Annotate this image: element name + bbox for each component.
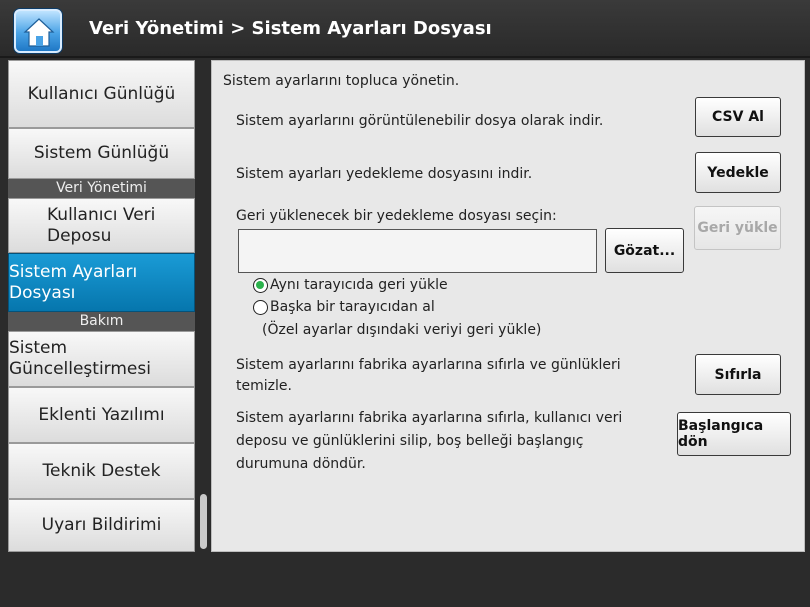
- reset-description-line2: temizle.: [236, 378, 292, 394]
- backup-button[interactable]: Yedekle: [695, 152, 781, 193]
- main-panel: Sistem ayarlarını topluca yönetin. Siste…: [211, 60, 805, 552]
- reset-button[interactable]: Sıfırla: [695, 354, 781, 395]
- reset-description-line1: Sistem ayarlarını fabrika ayarlarına sıf…: [236, 357, 621, 373]
- sidebar-item-plugin-software[interactable]: Eklenti Yazılımı: [8, 387, 195, 443]
- sidebar-item-system-settings-file[interactable]: Sistem Ayarları Dosyası: [8, 253, 195, 312]
- section-header-maintenance: Bakım: [8, 312, 195, 331]
- restore-label: Geri yüklenecek bir yedekleme dosyası se…: [236, 208, 557, 224]
- section-header-data-management: Veri Yönetimi: [8, 179, 195, 198]
- sidebar-item-label: Uyarı Bildirimi: [41, 515, 162, 535]
- init-description-line2: deposu ve günlüklerini silip, boş belleğ…: [236, 433, 584, 449]
- radio-other-browser[interactable]: [253, 300, 268, 315]
- section-heading: Sistem ayarlarını topluca yönetin.: [223, 73, 460, 89]
- page-title: Veri Yönetimi > Sistem Ayarları Dosyası: [89, 18, 492, 39]
- sidebar-scrollbar[interactable]: [197, 60, 211, 552]
- init-description-line3: durumuna döndür.: [236, 456, 366, 472]
- sidebar-item-label: Sistem Güncelleştirmesi: [9, 338, 151, 379]
- sidebar-item-label: Kullanıcı Günlüğü: [27, 83, 176, 104]
- restore-button[interactable]: Geri yükle: [694, 206, 781, 250]
- radio-same-browser[interactable]: [253, 278, 268, 293]
- backup-file-field[interactable]: [238, 229, 597, 273]
- sidebar-item-technical-support[interactable]: Teknik Destek: [8, 443, 195, 499]
- radio-other-browser-note: (Özel ayarlar dışındaki veriyi geri yükl…: [262, 322, 542, 338]
- sidebar-item-user-data-store[interactable]: Kullanıcı Veri Deposu: [8, 198, 195, 253]
- sidebar-item-label: Sistem Günlüğü: [33, 143, 170, 163]
- sidebar-item-label: Eklenti Yazılımı: [38, 404, 165, 425]
- radio-other-browser-label: Başka bir tarayıcıdan al: [270, 299, 435, 315]
- csv-description: Sistem ayarlarını görüntülenebilir dosya…: [236, 113, 604, 129]
- sidebar-item-label: Sistem Ayarları Dosyası: [9, 261, 138, 303]
- browse-button[interactable]: Gözat...: [605, 228, 684, 273]
- init-description-line1: Sistem ayarlarını fabrika ayarlarına sıf…: [236, 410, 623, 426]
- home-button[interactable]: [14, 9, 62, 53]
- bottom-bar: [0, 552, 810, 607]
- sidebar-item-system-update[interactable]: Sistem Güncelleştirmesi: [8, 331, 195, 387]
- csv-download-button[interactable]: CSV Al: [695, 97, 781, 137]
- sidebar-item-label: Kullanıcı Veri Deposu: [47, 204, 156, 246]
- home-icon: [23, 18, 55, 47]
- title-bar: Veri Yönetimi > Sistem Ayarları Dosyası: [0, 0, 810, 58]
- backup-description: Sistem ayarları yedekleme dosyasını indi…: [236, 166, 533, 182]
- initialize-button[interactable]: Başlangıca dön: [677, 412, 791, 456]
- sidebar-item-system-log[interactable]: Sistem Günlüğü: [8, 128, 195, 179]
- sidebar-item-label: Teknik Destek: [42, 460, 161, 481]
- radio-same-browser-label: Aynı tarayıcıda geri yükle: [270, 277, 448, 293]
- sidebar-item-alert-notification[interactable]: Uyarı Bildirimi: [8, 499, 195, 552]
- sidebar: Kullanıcı Günlüğü Sistem Günlüğü Veri Yö…: [8, 60, 195, 552]
- scrollbar-thumb[interactable]: [200, 494, 207, 549]
- sidebar-item-user-log[interactable]: Kullanıcı Günlüğü: [8, 60, 195, 128]
